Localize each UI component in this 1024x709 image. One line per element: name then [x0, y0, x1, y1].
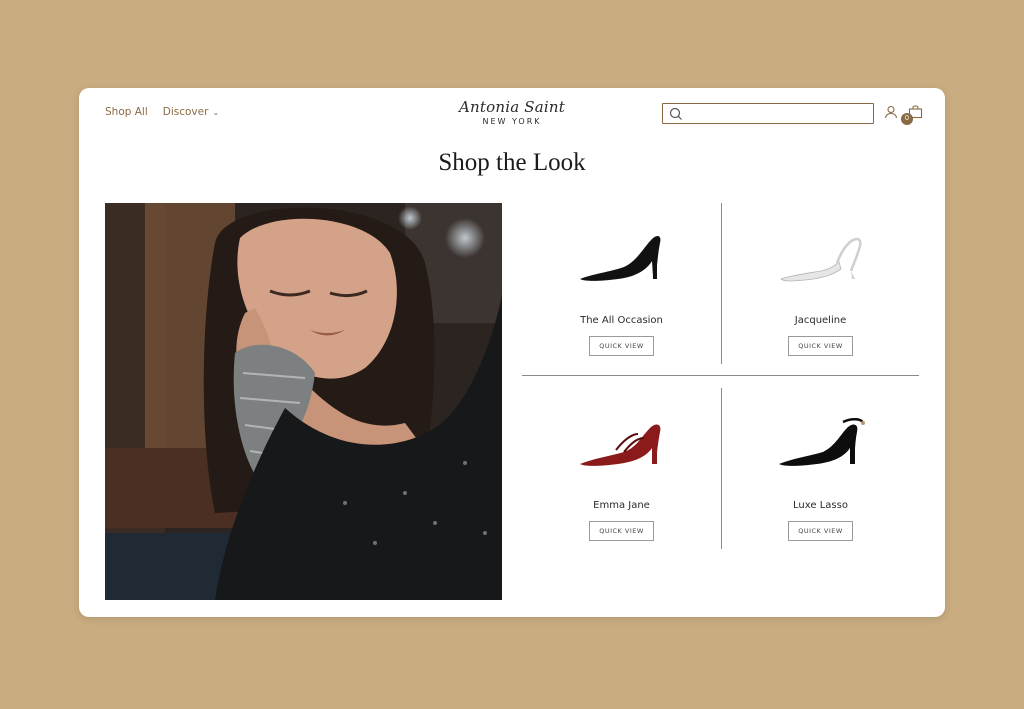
product-image-mary-jane[interactable] [572, 412, 672, 472]
search-input[interactable] [687, 106, 871, 121]
account-icon[interactable] [884, 105, 898, 119]
grid-divider-horizontal [522, 375, 919, 376]
page-card: Shop All Discover ⌄ Antonia Saint NEW YOR… [79, 88, 945, 617]
brand-logo[interactable]: Antonia Saint NEW YORK [451, 98, 573, 126]
nav-discover[interactable]: Discover ⌄ [163, 106, 219, 118]
product-card[interactable]: Luxe Lasso QUICK VIEW [721, 388, 920, 549]
product-image-ankle-strap[interactable] [771, 412, 871, 472]
quick-view-button[interactable]: QUICK VIEW [589, 521, 654, 541]
hero-photo-illustration [105, 203, 502, 600]
chevron-down-icon: ⌄ [212, 108, 220, 117]
nav-discover-label: Discover [162, 106, 209, 118]
search-icon[interactable] [669, 107, 683, 121]
search-box[interactable] [662, 103, 874, 124]
quick-view-button[interactable]: QUICK VIEW [788, 521, 853, 541]
logo-subtitle: NEW YORK [482, 117, 542, 126]
product-name[interactable]: Luxe Lasso [721, 500, 920, 511]
nav-shop-all[interactable]: Shop All [105, 106, 148, 118]
product-name[interactable]: The All Occasion [522, 315, 721, 326]
product-grid: The All Occasion QUICK VIEW Jacqueline Q… [522, 203, 919, 549]
hero-photo [105, 203, 502, 600]
quick-view-button[interactable]: QUICK VIEW [788, 336, 853, 356]
product-image-pump[interactable] [572, 227, 672, 287]
product-name[interactable]: Jacqueline [721, 315, 920, 326]
product-image-slingback[interactable] [771, 227, 871, 287]
main-nav: Shop All Discover ⌄ [105, 106, 219, 118]
product-name[interactable]: Emma Jane [522, 500, 721, 511]
product-card[interactable]: Jacqueline QUICK VIEW [721, 203, 920, 364]
cart-count-badge: 0 [901, 113, 913, 125]
page-title: Shop the Look [438, 149, 586, 176]
product-card[interactable]: The All Occasion QUICK VIEW [522, 203, 721, 364]
logo-script: Antonia Saint [458, 98, 566, 116]
product-card[interactable]: Emma Jane QUICK VIEW [522, 388, 721, 549]
quick-view-button[interactable]: QUICK VIEW [589, 336, 654, 356]
